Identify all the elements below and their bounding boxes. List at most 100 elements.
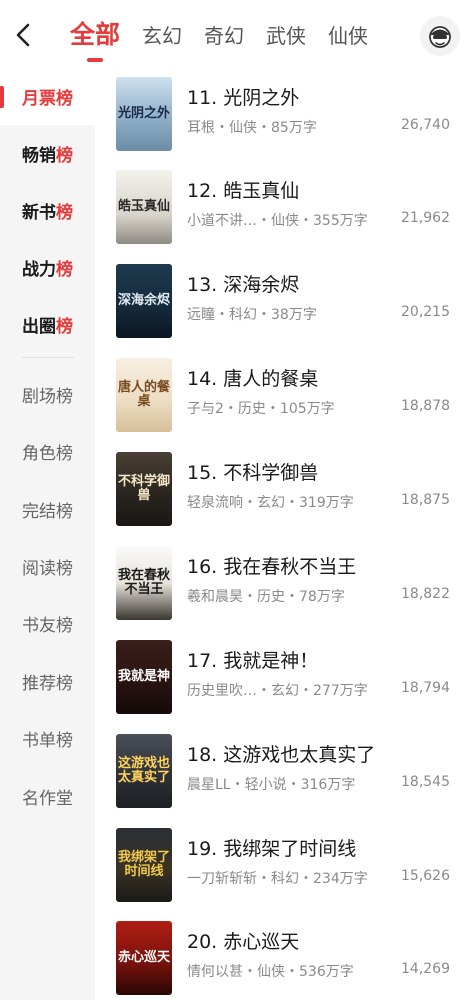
book-cover: 皓玉真仙	[116, 170, 172, 244]
sidebar-item-theater[interactable]: 剧场榜	[0, 366, 95, 423]
book-meta: 轻泉流响・玄幻・319万字	[187, 495, 354, 511]
cover-title-text: 深海余烬	[118, 293, 171, 308]
book-meta: 远瞳・科幻・38万字	[187, 307, 317, 323]
list-item[interactable]: 皓玉真仙 12. 皓玉真仙 小道不讲…・仙侠・355万字 21,962	[95, 170, 470, 264]
book-title: 18. 这游戏也太真实了	[187, 744, 376, 766]
book-cover: 我就是神	[116, 640, 172, 714]
list-item[interactable]: 光阴之外 11. 光阴之外 耳根・仙侠・85万字 26,740	[95, 77, 470, 171]
avatar-area	[414, 14, 470, 58]
ranking-sidebar: 月票榜 畅销榜 新书榜 战力榜 出圈榜 剧场榜 角色榜 完结榜 阅读榜 书友榜 …	[0, 68, 95, 1000]
sidebar-item-monthly-ticket[interactable]: 月票榜	[0, 68, 95, 125]
book-title: 17. 我就是神！	[187, 650, 319, 672]
list-item[interactable]: 我就是神 17. 我就是神！ 历史里吹…・玄幻・277万字 18,794	[95, 640, 470, 734]
vote-count: 18,545	[401, 774, 450, 790]
sidebar-item-label-accent: 榜	[56, 146, 73, 166]
book-meta: 晨星LL・轻小说・316万字	[187, 777, 356, 793]
sidebar-item-label: 战力榜	[22, 260, 73, 280]
book-meta: 一刀斩斩斩・科幻・234万字	[187, 871, 368, 887]
vote-count: 18,822	[401, 586, 450, 602]
sidebar-item-label: 剧场榜	[22, 387, 73, 407]
category-tabs: 全部 玄幻 奇幻 武侠 仙侠	[70, 14, 390, 58]
sidebar-item-booklist[interactable]: 书单榜	[0, 710, 95, 767]
sidebar-item-label: 书友榜	[22, 616, 73, 636]
vote-count: 18,875	[401, 492, 450, 508]
list-item[interactable]: 我在春秋不当王 16. 我在春秋不当王 羲和晨昊・历史・78万字 18,822	[95, 546, 470, 640]
book-meta: 羲和晨昊・历史・78万字	[187, 589, 345, 605]
tab-xianxia[interactable]: 仙侠	[328, 14, 368, 58]
book-title: 14. 唐人的餐桌	[187, 368, 319, 390]
book-title: 13. 深海余烬	[187, 274, 300, 296]
cover-title-text: 唐人的餐桌	[118, 380, 171, 409]
cover-title-text: 光阴之外	[118, 106, 171, 121]
back-button[interactable]	[10, 20, 36, 50]
sidebar-item-label: 月票榜	[22, 89, 73, 109]
sidebar-item-label: 新书榜	[22, 203, 73, 223]
chevron-left-icon	[16, 23, 30, 47]
sidebar-item-label: 阅读榜	[22, 559, 73, 579]
book-title: 16. 我在春秋不当王	[187, 556, 357, 578]
book-cover: 深海余烬	[116, 264, 172, 338]
book-cover: 我在春秋不当王	[116, 546, 172, 620]
book-meta: 子与2・历史・105万字	[187, 401, 335, 417]
sidebar-divider	[22, 357, 74, 358]
sidebar-item-label: 完结榜	[22, 502, 73, 522]
cover-title-text: 赤心巡天	[118, 950, 171, 965]
sidebar-item-label-accent: 榜	[56, 203, 73, 223]
vote-count: 26,740	[401, 117, 450, 133]
cover-title-text: 这游戏也太真实了	[118, 756, 171, 785]
cover-title-text: 我绑架了时间线	[118, 850, 171, 879]
sidebar-item-label: 名作堂	[22, 789, 73, 809]
tab-all[interactable]: 全部	[70, 14, 120, 56]
book-meta: 历史里吹…・玄幻・277万字	[187, 683, 368, 699]
vote-count: 18,878	[401, 398, 450, 414]
list-item[interactable]: 赤心巡天 20. 赤心巡天 情何以甚・仙侠・536万字 14,269	[95, 921, 470, 1000]
book-cover: 唐人的餐桌	[116, 358, 172, 432]
book-cover: 光阴之外	[116, 77, 172, 151]
cover-title-text: 不科学御兽	[118, 474, 171, 503]
cover-title-text: 皓玉真仙	[118, 199, 171, 214]
sidebar-item-readers[interactable]: 书友榜	[0, 595, 95, 652]
list-item[interactable]: 我绑架了时间线 19. 我绑架了时间线 一刀斩斩斩・科幻・234万字 15,62…	[95, 828, 470, 922]
sidebar-item-label: 出圈榜	[22, 317, 73, 337]
user-mascot-icon	[429, 26, 451, 48]
sidebar-item-bestseller[interactable]: 畅销榜	[0, 125, 95, 182]
tab-qihuan[interactable]: 奇幻	[204, 14, 244, 58]
sidebar-item-new-books[interactable]: 新书榜	[0, 182, 95, 239]
cover-title-text: 我就是神	[118, 669, 171, 684]
avatar[interactable]	[420, 16, 460, 56]
book-meta: 情何以甚・仙侠・536万字	[187, 964, 354, 980]
book-cover: 不科学御兽	[116, 452, 172, 526]
sidebar-item-breakout[interactable]: 出圈榜	[0, 296, 95, 353]
top-bar: 全部 玄幻 奇幻 武侠 仙侠	[0, 0, 470, 68]
sidebar-item-label: 书单榜	[22, 731, 73, 751]
book-meta: 小道不讲…・仙侠・355万字	[187, 213, 368, 229]
book-title: 15. 不科学御兽	[187, 462, 319, 484]
sidebar-item-label: 角色榜	[22, 444, 73, 464]
sidebar-item-character[interactable]: 角色榜	[0, 423, 95, 480]
sidebar-item-power[interactable]: 战力榜	[0, 239, 95, 296]
sidebar-item-label-accent: 榜	[56, 260, 73, 280]
book-cover: 我绑架了时间线	[116, 828, 172, 902]
vote-count: 20,215	[401, 304, 450, 320]
list-item[interactable]: 不科学御兽 15. 不科学御兽 轻泉流响・玄幻・319万字 18,875	[95, 452, 470, 546]
sidebar-item-recommend[interactable]: 推荐榜	[0, 653, 95, 710]
vote-count: 14,269	[401, 961, 450, 977]
sidebar-item-reading[interactable]: 阅读榜	[0, 538, 95, 595]
sidebar-item-label: 畅销榜	[22, 146, 73, 166]
book-cover: 这游戏也太真实了	[116, 734, 172, 808]
cover-title-text: 我在春秋不当王	[118, 568, 171, 597]
list-item[interactable]: 深海余烬 13. 深海余烬 远瞳・科幻・38万字 20,215	[95, 264, 470, 358]
book-title: 20. 赤心巡天	[187, 931, 300, 953]
book-cover: 赤心巡天	[116, 921, 172, 995]
vote-count: 15,626	[401, 868, 450, 884]
sidebar-item-completed[interactable]: 完结榜	[0, 481, 95, 538]
sidebar-item-hall-of-fame[interactable]: 名作堂	[0, 768, 95, 825]
vote-count: 21,962	[401, 210, 450, 226]
book-title: 19. 我绑架了时间线	[187, 838, 357, 860]
list-item[interactable]: 唐人的餐桌 14. 唐人的餐桌 子与2・历史・105万字 18,878	[95, 358, 470, 452]
tab-xuanhuan[interactable]: 玄幻	[142, 14, 182, 58]
book-title: 12. 皓玉真仙	[187, 180, 300, 202]
list-item[interactable]: 这游戏也太真实了 18. 这游戏也太真实了 晨星LL・轻小说・316万字 18,…	[95, 734, 470, 828]
tab-wuxia[interactable]: 武侠	[266, 14, 306, 58]
vote-count: 18,794	[401, 680, 450, 696]
